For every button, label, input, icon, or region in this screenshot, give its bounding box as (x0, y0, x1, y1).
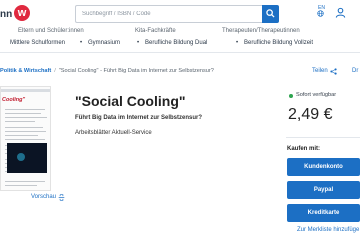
cover-text-line (5, 113, 41, 114)
add-to-wishlist-link[interactable]: Zur Merkliste hinzufüge (297, 227, 359, 233)
share-button[interactable]: Teilen (312, 68, 328, 74)
brand-name: nn (0, 9, 13, 20)
product-price: 2,49 € (288, 106, 333, 123)
cover-text-line (5, 121, 35, 122)
bullet-icon: • (80, 40, 83, 46)
nav-item-mittlere-schulformen[interactable]: Mittlere Schulformen (10, 40, 65, 46)
nav-item-kita[interactable]: Kita-Fachkräfte (135, 28, 176, 34)
preview-link[interactable]: Vorschau (31, 194, 56, 200)
cover-text-line (5, 135, 38, 136)
nav-item-gymnasium[interactable]: Gymnasium (88, 40, 120, 46)
search-button[interactable] (262, 5, 279, 23)
bullet-icon: • (137, 40, 140, 46)
product-title: "Social Cooling" (75, 93, 186, 109)
brand-logo[interactable]: w (14, 5, 30, 21)
cover-text-line (5, 127, 43, 128)
product-series: Arbeitsblätter Aktuell-Service (75, 130, 152, 136)
cover-title: Cooling" (2, 97, 26, 103)
nav-item-eltern[interactable]: Eltern und Schüler:innen (18, 28, 84, 34)
nav-item-therapeuten[interactable]: Therapeuten/Therapeutinnen (222, 28, 300, 34)
bullet-icon: • (236, 40, 239, 46)
availability-text: Sofort verfügbar (296, 92, 337, 98)
user-icon[interactable] (335, 7, 346, 18)
product-subtitle: Führt Big Data im Internet zur Selbstzen… (75, 115, 203, 121)
cover-text-line (5, 131, 46, 132)
breadcrumb: Politik & Wirtschaft / "Social Cooling" - … (0, 68, 214, 74)
print-button[interactable]: Dr (352, 68, 358, 74)
nav-item-berufliche-dual[interactable]: Berufliche Bildung Dual (145, 40, 207, 46)
product-cover-image[interactable]: Cooling" (0, 86, 51, 191)
breadcrumb-parent[interactable]: Politik & Wirtschaft (0, 68, 51, 74)
search-input[interactable] (75, 5, 262, 23)
preview-icon[interactable] (58, 194, 65, 201)
breadcrumb-current: "Social Cooling" - Führt Big Data im Int… (58, 68, 214, 74)
header-divider (0, 52, 360, 53)
availability-status-icon (289, 94, 293, 98)
cover-header-bar (1, 89, 50, 92)
globe-icon[interactable] (317, 10, 324, 17)
customer-account-button[interactable]: Kundenkonto (287, 158, 360, 176)
share-icon[interactable] (330, 68, 337, 75)
cover-text-line (5, 139, 45, 140)
cover-text-line (5, 117, 47, 118)
paypal-button[interactable]: Paypal (287, 181, 360, 199)
cover-text-line (5, 109, 45, 110)
cover-photo-figure (17, 153, 25, 161)
nav-item-berufliche-vollzeit[interactable]: Berufliche Bildung Vollzeit (244, 40, 313, 46)
breadcrumb-separator: / (54, 68, 56, 74)
credit-card-button[interactable]: Kreditkarte (287, 204, 360, 222)
cover-text-line (5, 181, 45, 182)
buy-with-label: Kaufen mit: (287, 146, 320, 152)
cover-text-line (5, 185, 37, 186)
cover-photo (7, 143, 47, 173)
search-icon (266, 9, 275, 18)
purchase-divider (286, 137, 360, 138)
